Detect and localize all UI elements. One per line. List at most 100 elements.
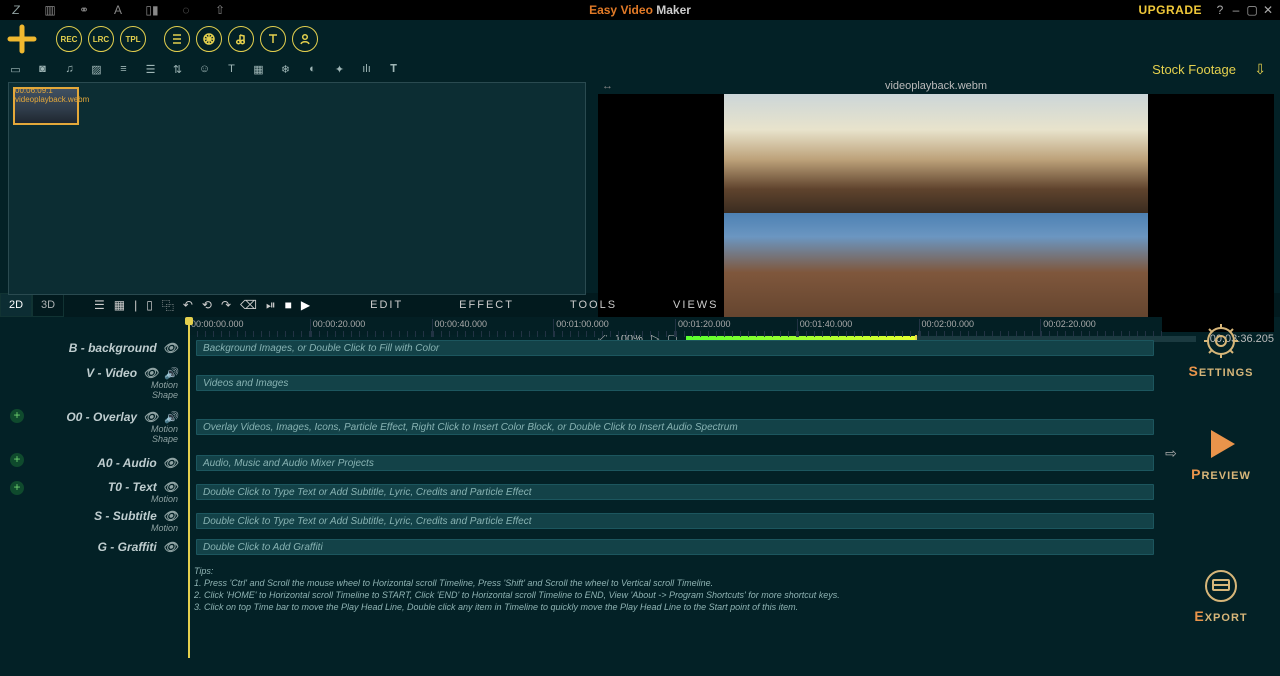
track-strip[interactable]: Double Click to Type Text or Add Subtitl… bbox=[196, 484, 1154, 500]
undo-icon[interactable]: ↶ bbox=[183, 298, 193, 312]
right-panel: SETTINGS ⇨ PREVIEW EXPORT bbox=[1162, 317, 1280, 658]
media-clip[interactable]: 00:06:09.1 videoplayback.webm bbox=[13, 87, 79, 125]
screen-icon[interactable]: ▭ bbox=[8, 62, 23, 77]
menu-tools[interactable]: TOOLS bbox=[570, 299, 617, 311]
camera-icon[interactable]: ◙ bbox=[35, 62, 50, 77]
menu-views[interactable]: VIEWS bbox=[673, 299, 718, 311]
eye-icon[interactable]: 👁 bbox=[163, 480, 178, 494]
help-button[interactable]: ? bbox=[1214, 3, 1226, 17]
tips-text: Tips: 1. Press 'Ctrl' and Scroll the mou… bbox=[194, 565, 1162, 613]
timeline: 00:00:00.000 00:00:20.000 00:00:40.000 0… bbox=[0, 317, 1280, 658]
text-icon[interactable]: T bbox=[224, 62, 239, 77]
sort-icon[interactable]: ⇅ bbox=[170, 62, 185, 77]
settings-button[interactable]: SETTINGS bbox=[1188, 323, 1253, 379]
align-left-icon[interactable]: ☰ bbox=[94, 298, 105, 312]
main-toolbar: REC LRC TPL bbox=[0, 20, 1280, 58]
maximize-button[interactable]: ▢ bbox=[1246, 3, 1258, 17]
track-audio: + A0 - Audio👁 Audio, Music and Audio Mix… bbox=[0, 449, 1162, 477]
upgrade-link[interactable]: UPGRADE bbox=[1138, 3, 1202, 17]
add-track-button[interactable]: + bbox=[10, 481, 24, 495]
tab-3d[interactable]: 3D bbox=[32, 293, 64, 317]
lyric-button[interactable]: LRC bbox=[88, 26, 114, 52]
track-strip[interactable]: Double Click to Type Text or Add Subtitl… bbox=[196, 513, 1154, 529]
time-ruler[interactable]: 00:00:00.000 00:00:20.000 00:00:40.000 0… bbox=[188, 317, 1162, 335]
track-strip[interactable]: Overlay Videos, Images, Icons, Particle … bbox=[196, 419, 1154, 435]
eye-icon[interactable]: 👁 bbox=[163, 341, 178, 355]
note-icon[interactable]: ♫ bbox=[62, 62, 77, 77]
track-background: B - background👁 Background Images, or Do… bbox=[0, 335, 1162, 361]
music-button[interactable] bbox=[228, 26, 254, 52]
expand-icon[interactable]: ⇨ bbox=[1165, 445, 1177, 462]
app-logo: Z bbox=[8, 2, 24, 18]
tab-2d[interactable]: 2D bbox=[0, 293, 32, 317]
track-strip[interactable]: Background Images, or Double Click to Fi… bbox=[196, 340, 1154, 356]
file-menu-icon[interactable]: ▥ bbox=[42, 2, 58, 18]
stop2-icon[interactable]: ■ bbox=[285, 298, 292, 312]
profile-button[interactable] bbox=[292, 26, 318, 52]
preview-button[interactable]: ⇨ PREVIEW bbox=[1191, 465, 1251, 482]
volume-icon[interactable]: 🔊 bbox=[164, 411, 178, 424]
grid2-icon[interactable]: ▦ bbox=[251, 62, 266, 77]
levels-icon[interactable]: ılı bbox=[359, 62, 374, 77]
close-button[interactable]: ✕ bbox=[1262, 3, 1274, 17]
redo-icon[interactable]: ↷ bbox=[221, 298, 231, 312]
eye-icon[interactable]: 👁 bbox=[143, 366, 158, 380]
track-text: + T0 - Text👁 Motion Double Click to Type… bbox=[0, 477, 1162, 507]
preview-filename: videoplayback.webm bbox=[885, 80, 987, 92]
font-icon[interactable]: A bbox=[110, 2, 126, 18]
stock-footage-link[interactable]: Stock Footage bbox=[1152, 62, 1236, 77]
sub-toolbar: ▭ ◙ ♫ ▨ ≡ ☰ ⇅ ☺ T ▦ ❄ ◐ ✦ ılı 𝐓 Stock Fo… bbox=[0, 58, 1280, 80]
add-track-button[interactable]: + bbox=[10, 453, 24, 467]
play2-icon[interactable]: ▶ bbox=[301, 298, 310, 312]
search-icon[interactable]: ◌ bbox=[178, 2, 194, 18]
image-icon[interactable]: ▨ bbox=[89, 62, 104, 77]
effects-button[interactable] bbox=[196, 26, 222, 52]
middle-row: 00:06:09.1 videoplayback.webm ↔ videopla… bbox=[0, 80, 1280, 293]
add-media-button[interactable] bbox=[6, 23, 38, 55]
track-subtitle: S - Subtitle👁 Motion Double Click to Typ… bbox=[0, 507, 1162, 535]
eye-icon[interactable]: 👁 bbox=[143, 410, 158, 424]
link-icon[interactable]: ⚭ bbox=[76, 2, 92, 18]
menu-edit[interactable]: EDIT bbox=[370, 299, 403, 311]
dup-icon[interactable]: ⿻ bbox=[162, 297, 174, 314]
preview-canvas[interactable] bbox=[598, 94, 1274, 332]
export-button[interactable]: EXPORT bbox=[1194, 568, 1247, 624]
emoji-icon[interactable]: ☺ bbox=[197, 62, 212, 77]
split-icon[interactable]: | bbox=[134, 298, 137, 312]
add-track-button[interactable]: + bbox=[10, 409, 24, 423]
playhead[interactable] bbox=[188, 317, 190, 658]
loop-icon[interactable]: ⟲ bbox=[202, 298, 212, 312]
eye-icon[interactable]: 👁 bbox=[163, 540, 178, 554]
puzzle-icon[interactable]: ✦ bbox=[332, 62, 347, 77]
app-title: Easy Video Maker bbox=[589, 3, 691, 17]
font2-icon[interactable]: 𝐓 bbox=[386, 62, 401, 77]
crop-icon[interactable]: ▯ bbox=[146, 298, 153, 312]
delete-icon[interactable]: ⌫ bbox=[240, 298, 257, 312]
eye-icon[interactable]: 👁 bbox=[163, 509, 178, 523]
list2-icon[interactable]: ☰ bbox=[143, 62, 158, 77]
track-strip[interactable]: Videos and Images bbox=[196, 375, 1154, 391]
menu-effect[interactable]: EFFECT bbox=[459, 299, 514, 311]
resize-icon[interactable]: ↔ bbox=[602, 80, 613, 92]
track-graffiti: G - Graffiti👁 Double Click to Add Graffi… bbox=[0, 535, 1162, 559]
record-button[interactable]: REC bbox=[56, 26, 82, 52]
template-button[interactable]: TPL bbox=[120, 26, 146, 52]
preview-pane: ↔ videoplayback.webm ⤢ 100% ▷ ▢ 00:03:36… bbox=[592, 80, 1280, 293]
step-icon[interactable]: ⏯ bbox=[266, 298, 276, 313]
track-strip[interactable]: Audio, Music and Audio Mixer Projects bbox=[196, 455, 1154, 471]
list-button[interactable] bbox=[164, 26, 190, 52]
columns-icon[interactable]: ▯▮ bbox=[144, 2, 160, 18]
mask-icon[interactable]: ◐ bbox=[305, 62, 320, 77]
track-strip[interactable]: Double Click to Add Graffiti bbox=[196, 539, 1154, 555]
snow-icon[interactable]: ❄ bbox=[278, 62, 293, 77]
download-icon[interactable]: ⇩ bbox=[1254, 61, 1266, 78]
track-video: V - Video👁🔊 MotionShape Videos and Image… bbox=[0, 361, 1162, 405]
user-icon[interactable]: ⇧ bbox=[212, 2, 228, 18]
filter-icon[interactable]: ≡ bbox=[116, 62, 131, 77]
eye-icon[interactable]: 👁 bbox=[163, 456, 178, 470]
volume-icon[interactable]: 🔊 bbox=[164, 367, 178, 380]
grid-icon[interactable]: ▦ bbox=[114, 298, 125, 312]
text-tool-button[interactable] bbox=[260, 26, 286, 52]
minimize-button[interactable]: – bbox=[1230, 3, 1242, 17]
media-pool[interactable]: 00:06:09.1 videoplayback.webm bbox=[8, 82, 586, 295]
